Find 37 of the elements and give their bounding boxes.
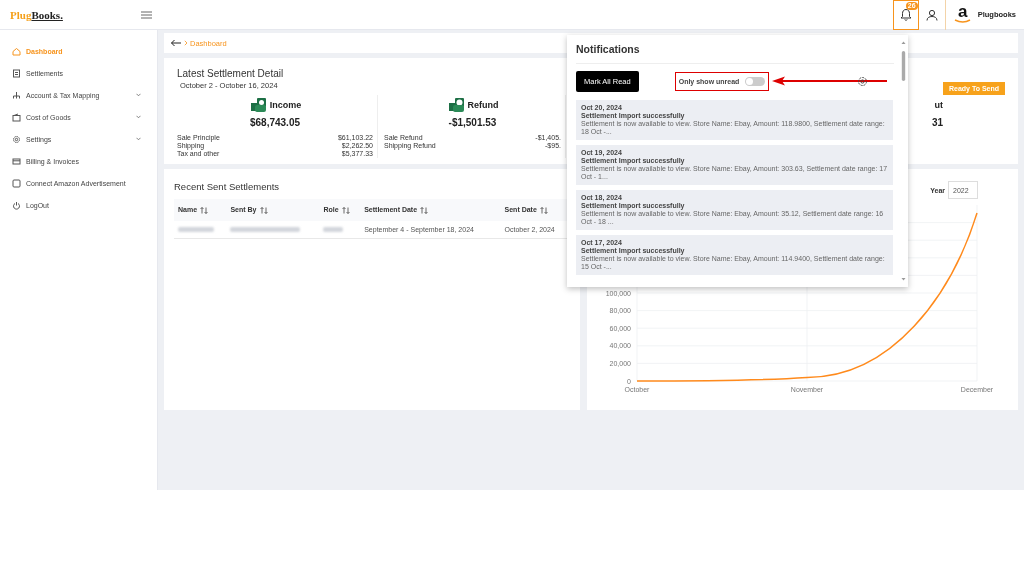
wallet-icon xyxy=(12,112,21,122)
back-arrow-icon[interactable] xyxy=(170,39,182,47)
money-hand-icon xyxy=(248,96,267,114)
card-title: Recent Sent Settlements xyxy=(174,181,281,192)
scrollbar[interactable] xyxy=(901,41,906,281)
settings-icon[interactable] xyxy=(857,76,868,87)
amazon-logo-letter: a xyxy=(957,5,968,19)
logo: PlugBooks. xyxy=(10,8,63,21)
card-icon xyxy=(12,156,21,166)
money-hand-icon xyxy=(446,96,465,114)
bell-icon xyxy=(899,8,912,21)
sort-icon[interactable] xyxy=(259,206,268,214)
column-title: Refund xyxy=(467,100,499,110)
amount: $68,743.05 xyxy=(249,117,301,128)
panel-title: Notifications xyxy=(576,43,894,64)
amount: 31 xyxy=(931,117,943,128)
sort-icon[interactable] xyxy=(341,206,350,214)
square-icon xyxy=(12,178,21,188)
blurred-text xyxy=(230,226,301,232)
home-icon xyxy=(12,46,21,56)
sort-icon[interactable] xyxy=(200,206,209,214)
sort-icon[interactable] xyxy=(539,206,548,214)
settings-icon xyxy=(12,134,21,144)
hierarchy-icon xyxy=(12,90,21,100)
power-icon xyxy=(12,200,21,210)
card-title: Latest Settlement Detail xyxy=(177,68,284,79)
menu-icon[interactable] xyxy=(141,10,152,19)
blurred-text xyxy=(323,226,344,232)
toggle-switch[interactable] xyxy=(745,76,766,86)
user-icon[interactable] xyxy=(925,8,938,21)
amount: -$1,501.53 xyxy=(448,117,497,128)
blurred-text xyxy=(178,226,214,232)
column-title: ut xyxy=(934,100,943,110)
document-icon xyxy=(12,68,21,78)
column-title: Income xyxy=(269,100,302,110)
chevron-icon xyxy=(184,40,188,46)
sort-icon[interactable] xyxy=(420,206,429,214)
